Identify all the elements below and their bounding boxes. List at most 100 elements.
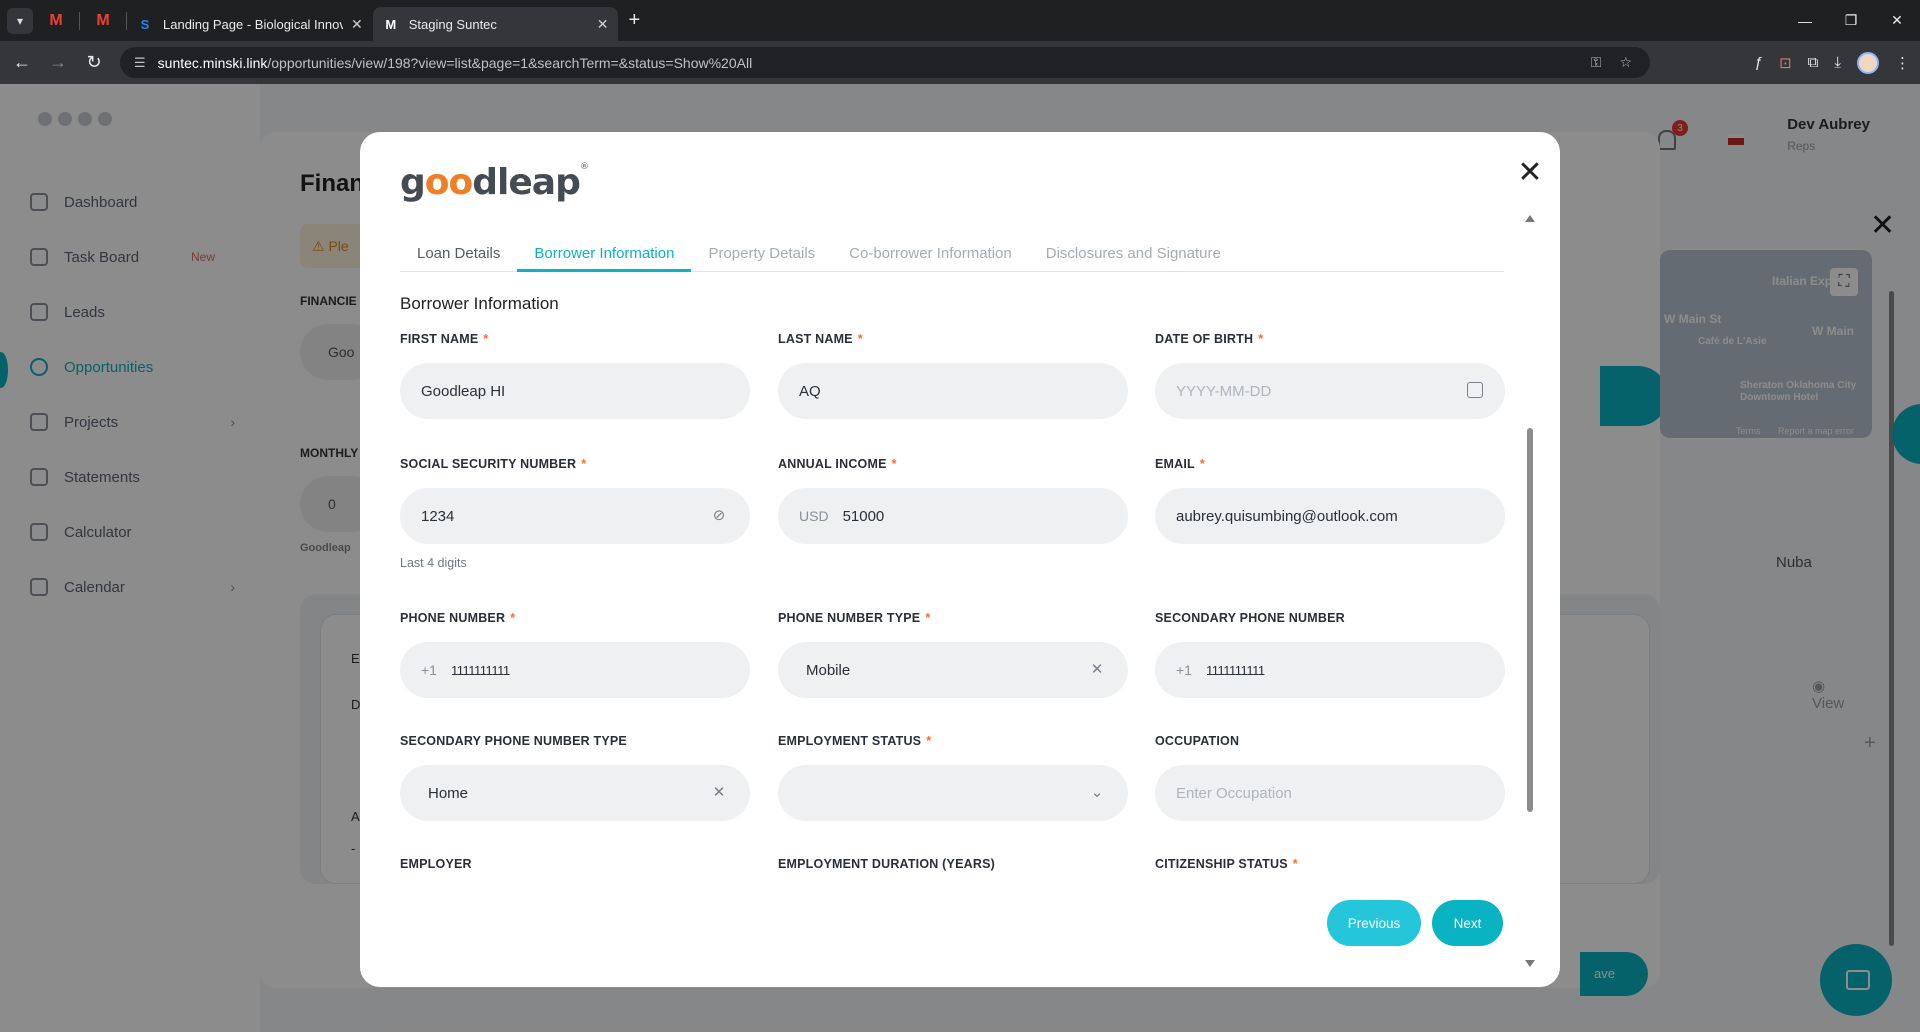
- modal-scroll-thumb[interactable]: [1527, 428, 1533, 812]
- label-text: ANNUAL INCOME: [778, 457, 887, 471]
- url-path: /opportunities/view/198?view=list&page=1…: [267, 54, 753, 71]
- required-mark: *: [581, 457, 587, 471]
- forward-icon[interactable]: →: [40, 45, 76, 81]
- borrower-modal: goodleap® ✕ Loan Details Borrower Inform…: [360, 132, 1560, 987]
- phone-input[interactable]: +1 1111111111: [400, 642, 750, 698]
- label-text: EMPLOYMENT STATUS: [778, 734, 922, 748]
- gmail-pinned-tab-2[interactable]: M: [80, 0, 126, 41]
- employment-status-select[interactable]: ⌄: [778, 765, 1128, 821]
- label-text: CITIZENSHIP STATUS: [1155, 857, 1288, 871]
- tab-close-icon[interactable]: ✕: [351, 16, 363, 33]
- secondary-phone-type-label: SECONDARY PHONE NUMBER TYPE: [400, 734, 627, 748]
- currency-prefix: USD: [799, 508, 829, 524]
- tab-search-icon[interactable]: ▾: [7, 7, 33, 34]
- extensions-puzzle-icon[interactable]: ⧉: [1808, 54, 1819, 71]
- occupation-input[interactable]: Enter Occupation: [1155, 765, 1505, 821]
- input-value: Goodleap HI: [421, 382, 506, 400]
- required-mark: *: [1292, 857, 1298, 871]
- phone-type-select[interactable]: Mobile ✕: [778, 642, 1128, 698]
- clear-icon[interactable]: ✕: [710, 784, 728, 802]
- dob-input[interactable]: YYYY-MM-DD: [1155, 363, 1505, 419]
- last-name-label: LAST NAME *: [778, 332, 863, 346]
- required-mark: *: [857, 332, 863, 346]
- tab-title: Landing Page - Biological Innov: [163, 16, 343, 32]
- employment-status-label: EMPLOYMENT STATUS *: [778, 734, 931, 748]
- input-placeholder: YYYY-MM-DD: [1176, 382, 1272, 400]
- email-input[interactable]: aubrey.quisumbing@outlook.com: [1155, 488, 1505, 544]
- new-tab-icon[interactable]: +: [628, 9, 640, 32]
- required-mark: *: [891, 457, 897, 471]
- previous-button[interactable]: Previous: [1327, 900, 1421, 946]
- tab-disclosures-and-signature[interactable]: Disclosures and Signature: [1029, 240, 1238, 272]
- tab-property-details[interactable]: Property Details: [691, 240, 832, 272]
- site-info-icon[interactable]: ☰: [134, 55, 146, 71]
- label-text: EMAIL: [1155, 457, 1195, 471]
- modal-close-icon[interactable]: ✕: [1515, 158, 1545, 188]
- chevron-down-icon[interactable]: ⌄: [1088, 784, 1106, 802]
- next-button[interactable]: Next: [1432, 900, 1503, 946]
- required-mark: *: [926, 734, 932, 748]
- capture-extension-icon[interactable]: ⊡: [1779, 54, 1792, 72]
- profile-avatar[interactable]: [1857, 51, 1879, 74]
- last-name-input[interactable]: AQ: [778, 363, 1128, 419]
- scroll-up-icon[interactable]: [1525, 215, 1535, 222]
- ssn-input[interactable]: 1234 ⊘: [400, 488, 750, 544]
- browser-menu-icon[interactable]: ⋮: [1895, 54, 1910, 72]
- minimize-icon[interactable]: —: [1782, 0, 1828, 41]
- browser-tab-landing[interactable]: S Landing Page - Biological Innov ✕: [127, 7, 373, 41]
- address-bar[interactable]: ☰ suntec.minski.link/opportunities/view/…: [120, 47, 1650, 78]
- password-key-icon[interactable]: ⚿: [1591, 54, 1602, 71]
- required-mark: *: [1258, 332, 1264, 346]
- select-value: Home: [428, 784, 469, 802]
- input-value: 1111111111: [1205, 662, 1265, 678]
- download-icon[interactable]: ⤓: [1834, 54, 1841, 71]
- section-title: Borrower Information: [400, 294, 559, 313]
- country-code: +1: [421, 662, 437, 678]
- phone-type-label: PHONE NUMBER TYPE *: [778, 611, 930, 625]
- window-close-icon[interactable]: ✕: [1874, 0, 1920, 41]
- label-text: SECONDARY PHONE NUMBER TYPE: [400, 734, 627, 748]
- suntec-favicon-icon: M: [385, 16, 397, 32]
- input-value: 1234: [421, 507, 455, 525]
- bookmark-star-icon[interactable]: ☆: [1619, 54, 1632, 71]
- eye-off-icon[interactable]: ⊘: [710, 507, 728, 525]
- label-text: SOCIAL SECURITY NUMBER: [400, 457, 577, 471]
- form-tabs: Loan Details Borrower Information Proper…: [400, 240, 1504, 272]
- browser-toolbar: ← → ↻ ☰ suntec.minski.link/opportunities…: [0, 41, 1920, 84]
- back-icon[interactable]: ←: [4, 45, 40, 81]
- input-value: aubrey.quisumbing@outlook.com: [1176, 507, 1398, 525]
- tab-co-borrower-information[interactable]: Co-borrower Information: [832, 240, 1029, 272]
- input-placeholder: Enter Occupation: [1176, 784, 1292, 802]
- reload-icon[interactable]: ↻: [76, 45, 112, 81]
- gmail-pinned-tab[interactable]: M: [33, 0, 79, 41]
- restore-icon[interactable]: ❐: [1828, 0, 1874, 41]
- first-name-input[interactable]: Goodleap HI: [400, 363, 750, 419]
- income-input[interactable]: USD 51000: [778, 488, 1128, 544]
- scroll-down-icon[interactable]: [1525, 960, 1535, 967]
- calendar-icon[interactable]: [1467, 382, 1483, 398]
- label-text: EMPLOYMENT DURATION (YEARS): [778, 857, 995, 871]
- employer-label: EMPLOYER: [400, 857, 472, 871]
- phone-label: PHONE NUMBER *: [400, 611, 515, 625]
- site-favicon-icon: S: [140, 16, 150, 32]
- secondary-phone-type-select[interactable]: Home ✕: [400, 765, 750, 821]
- ssn-label: SOCIAL SECURITY NUMBER *: [400, 457, 586, 471]
- extension-icons: ƒ ⊡ ⧉ ⤓ ⋮: [1755, 41, 1910, 84]
- employment-duration-label: EMPLOYMENT DURATION (YEARS): [778, 857, 995, 871]
- required-mark: *: [925, 611, 931, 625]
- formula-extension-icon[interactable]: ƒ: [1755, 54, 1763, 71]
- clear-icon[interactable]: ✕: [1088, 661, 1106, 679]
- email-label: EMAIL *: [1155, 457, 1205, 471]
- browser-tab-staging[interactable]: M Staging Suntec ✕: [372, 7, 619, 41]
- income-label: ANNUAL INCOME *: [778, 457, 897, 471]
- tab-loan-details[interactable]: Loan Details: [400, 240, 517, 272]
- goodleap-logo: goodleap®: [400, 162, 589, 203]
- tab-borrower-information[interactable]: Borrower Information: [517, 240, 692, 272]
- secondary-phone-input[interactable]: +1 1111111111: [1155, 642, 1505, 698]
- label-text: EMPLOYER: [400, 857, 472, 871]
- tab-close-icon[interactable]: ✕: [597, 16, 609, 33]
- occupation-label: OCCUPATION: [1155, 734, 1239, 748]
- input-value: AQ: [799, 382, 821, 400]
- required-mark: *: [483, 332, 489, 346]
- required-mark: *: [1199, 457, 1205, 471]
